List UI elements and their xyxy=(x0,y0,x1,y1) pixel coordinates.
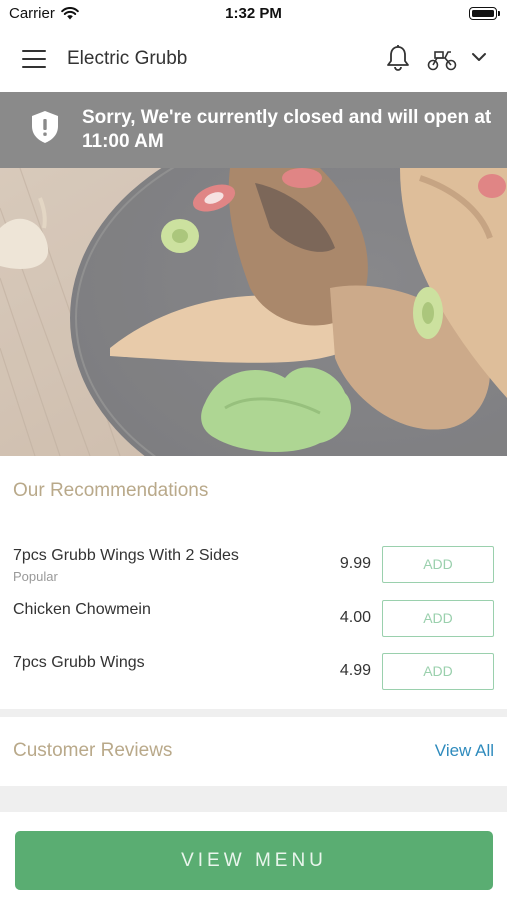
list-item: 7pcs Grubb Wings 4.99 ADD xyxy=(0,653,507,704)
item-price: 9.99 xyxy=(339,555,371,572)
recommendations-title: Our Recommendations xyxy=(13,480,209,501)
item-tag: Popular xyxy=(13,569,58,584)
restaurant-title: Electric Grubb xyxy=(67,48,188,69)
bell-icon[interactable] xyxy=(385,44,411,72)
scooter-icon[interactable] xyxy=(426,46,458,72)
food-photo xyxy=(0,168,507,456)
section-divider xyxy=(0,786,507,812)
chevron-down-icon[interactable] xyxy=(470,50,488,64)
menu-icon[interactable] xyxy=(22,50,46,68)
closed-message: Sorry, We're currently closed and will o… xyxy=(82,107,492,152)
view-menu-button[interactable]: VIEW MENU xyxy=(15,831,493,890)
add-button[interactable]: ADD xyxy=(382,600,494,637)
clock: 1:32 PM xyxy=(225,5,282,22)
list-item: Chicken Chowmein 4.00 ADD xyxy=(0,600,507,651)
item-price: 4.99 xyxy=(339,662,371,679)
item-price: 4.00 xyxy=(339,609,371,626)
add-button[interactable]: ADD xyxy=(382,653,494,690)
item-name: 7pcs Grubb Wings xyxy=(13,654,145,671)
item-name: 7pcs Grubb Wings With 2 Sides xyxy=(13,547,239,564)
list-item: 7pcs Grubb Wings With 2 Sides Popular 9.… xyxy=(0,546,507,597)
reviews-title: Customer Reviews xyxy=(13,740,173,761)
hero-image xyxy=(0,168,507,456)
nav-bar: Electric Grubb xyxy=(0,28,507,92)
view-all-link[interactable]: View All xyxy=(435,741,494,761)
shield-alert-icon xyxy=(32,111,58,143)
status-bar: Carrier 1:32 PM xyxy=(0,0,507,28)
section-divider xyxy=(0,709,507,717)
battery-icon xyxy=(469,7,500,20)
item-name: Chicken Chowmein xyxy=(13,601,151,618)
add-button[interactable]: ADD xyxy=(382,546,494,583)
closed-banner: Sorry, We're currently closed and will o… xyxy=(0,92,507,168)
